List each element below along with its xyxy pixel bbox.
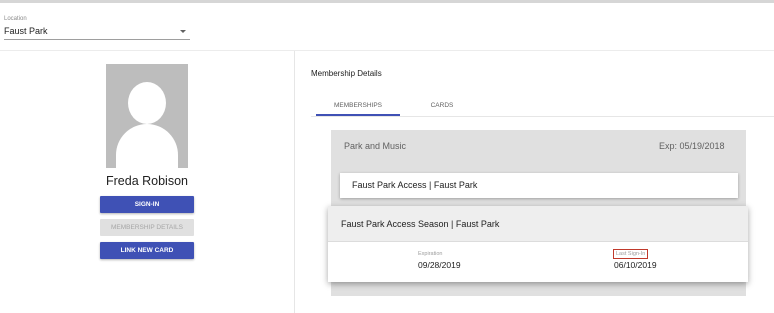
access-card-title: Faust Park Access | Faust Park xyxy=(352,180,478,190)
membership-name: Park and Music xyxy=(344,141,407,151)
membership-details-title: Membership Details xyxy=(311,69,382,78)
column-divider xyxy=(294,51,295,313)
membership-details-button[interactable]: MEMBERSHIP DETAILS xyxy=(100,219,194,236)
last-signin-value: 06/10/2019 xyxy=(614,260,657,270)
access-card[interactable]: Faust Park Access | Faust Park xyxy=(340,173,738,198)
membership-expiration: Exp: 05/19/2018 xyxy=(659,141,725,151)
tab-memberships[interactable]: MEMBERSHIPS xyxy=(316,95,400,116)
header-divider xyxy=(0,50,774,51)
top-divider xyxy=(0,0,774,3)
location-label: Location xyxy=(4,16,27,22)
tab-bar-divider xyxy=(311,116,774,117)
caret-down-icon xyxy=(180,30,186,33)
location-value: Faust Park xyxy=(4,26,48,36)
season-card-header: Faust Park Access Season | Faust Park xyxy=(328,206,748,242)
avatar-head xyxy=(128,82,166,124)
person-placeholder-icon xyxy=(106,64,188,168)
location-select[interactable]: Faust Park xyxy=(4,24,190,40)
expiration-label: Expiration xyxy=(418,251,443,257)
member-name: Freda Robison xyxy=(106,174,188,188)
last-signin-label: Last Sign-In xyxy=(613,249,649,259)
expiration-value: 09/28/2019 xyxy=(418,260,461,270)
link-new-card-button[interactable]: LINK NEW CARD xyxy=(100,242,194,259)
avatar-body xyxy=(116,124,178,168)
season-access-card[interactable]: Faust Park Access Season | Faust Park Ex… xyxy=(328,206,748,282)
tab-cards[interactable]: CARDS xyxy=(400,95,484,116)
season-card-title: Faust Park Access Season | Faust Park xyxy=(341,219,500,229)
sign-in-button[interactable]: SIGN-IN xyxy=(100,196,194,213)
